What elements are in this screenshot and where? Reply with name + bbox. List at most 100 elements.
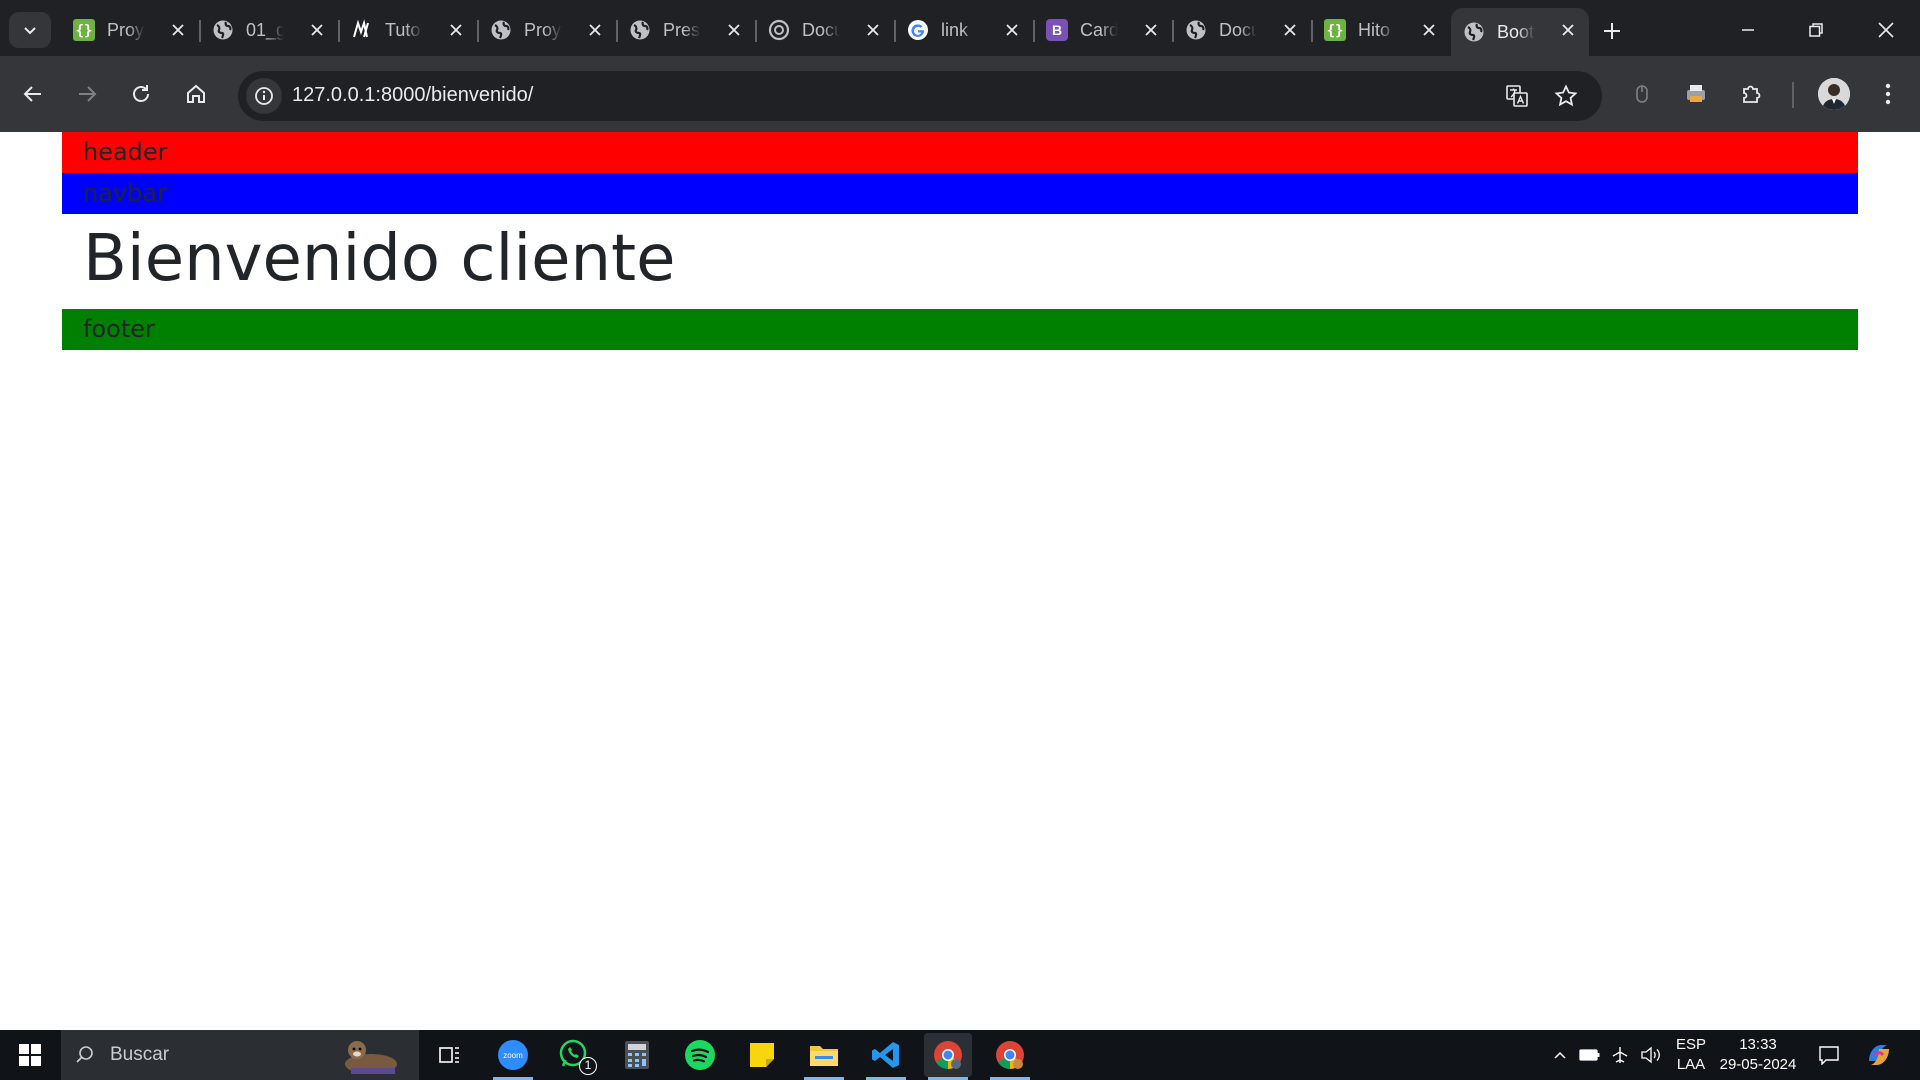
chrome-app-button[interactable] [924, 1033, 972, 1080]
restore-button[interactable] [1788, 8, 1844, 52]
extension-mouse-button[interactable] [1624, 76, 1660, 112]
close-window-button[interactable] [1858, 8, 1914, 52]
puzzle-icon [1743, 85, 1761, 103]
notifications-button[interactable] [1814, 1030, 1844, 1080]
browser-tab[interactable]: 01_g [200, 8, 340, 52]
file-explorer-app-button[interactable] [800, 1033, 848, 1080]
close-icon [172, 24, 184, 36]
chrome-icon [996, 1041, 1024, 1069]
minimize-button[interactable] [1720, 8, 1776, 52]
close-tab-button[interactable] [1140, 19, 1162, 41]
tab-title: Hito [1358, 19, 1391, 40]
close-tab-button[interactable] [862, 19, 884, 41]
airplane-mode-button[interactable] [1608, 1030, 1632, 1080]
close-tab-button[interactable] [1557, 19, 1579, 41]
close-tab-button[interactable] [1279, 19, 1301, 41]
address-bar[interactable]: 127.0.0.1:8000/bienvenido/ [238, 71, 1602, 121]
browser-tab[interactable]: Docu [1173, 8, 1313, 52]
profile-avatar[interactable] [1818, 78, 1850, 110]
tab-title: Pres [663, 19, 701, 40]
close-icon [728, 24, 740, 36]
browser-menu-button[interactable] [1870, 76, 1906, 112]
chrome-icon [934, 1041, 962, 1069]
close-tab-button[interactable] [723, 19, 745, 41]
task-view-button[interactable] [426, 1033, 474, 1077]
browser-tab[interactable]: {} Proy [61, 8, 201, 52]
tab-title: Card [1080, 19, 1118, 40]
chevron-down-icon [24, 27, 36, 35]
calculator-icon [625, 1041, 649, 1069]
show-hidden-icons-button[interactable] [1548, 1030, 1572, 1080]
printer-icon [1687, 85, 1705, 102]
new-tab-button[interactable] [1595, 14, 1629, 48]
taskbar-search[interactable]: Buscar [61, 1030, 419, 1080]
svg-text:{}: {} [76, 23, 93, 39]
forward-button[interactable] [69, 76, 105, 112]
site-info-button[interactable] [246, 78, 282, 114]
tab-title: 01_g [246, 19, 284, 40]
whatsapp-app-button[interactable]: 1 [551, 1033, 599, 1077]
notification-icon [1819, 1046, 1839, 1065]
volume-button[interactable] [1638, 1030, 1664, 1080]
tab-title: Proy [107, 19, 145, 40]
close-tab-button[interactable] [1001, 19, 1023, 41]
svg-text:B: B [1052, 22, 1062, 38]
windows-taskbar: Buscar zoom 1 ESP LAA 13:33 29-05-2024 [0, 1030, 1920, 1080]
browser-tab[interactable]: B Card [1034, 8, 1174, 52]
back-button[interactable] [15, 76, 51, 112]
code-braces-icon: {} [73, 19, 95, 41]
spotify-app-button[interactable] [676, 1033, 724, 1077]
close-icon [1562, 24, 1574, 36]
chrome-profile-app-button[interactable] [986, 1033, 1034, 1080]
globe-icon [212, 19, 234, 41]
battery-icon [1579, 1049, 1600, 1061]
close-tab-button[interactable] [306, 19, 328, 41]
reload-icon [133, 85, 149, 102]
language-code: ESP [1675, 1036, 1706, 1053]
close-icon [450, 24, 462, 36]
vscode-app-button[interactable] [862, 1033, 910, 1080]
minimize-icon [1742, 29, 1754, 31]
page-container: header navbar Bienvenido cliente footer [62, 132, 1858, 350]
close-tab-button[interactable] [445, 19, 467, 41]
calculator-app-button[interactable] [613, 1033, 661, 1077]
close-icon [1423, 24, 1435, 36]
task-view-icon [439, 1047, 459, 1063]
keyboard-language[interactable]: ESP LAA [1672, 1035, 1710, 1075]
sticky-note-icon [750, 1043, 774, 1067]
web-page: header navbar Bienvenido cliente footer [0, 132, 1920, 1030]
battery-button[interactable] [1578, 1030, 1602, 1080]
tab-title: Proy [524, 19, 562, 40]
close-tab-button[interactable] [167, 19, 189, 41]
google-icon [907, 19, 929, 41]
clock-time: 13:33 [1739, 1036, 1777, 1053]
browser-tab[interactable]: Proy [478, 8, 618, 52]
close-tab-button[interactable] [584, 19, 606, 41]
browser-tab[interactable]: Boot [1451, 8, 1589, 56]
mouse-icon [1636, 85, 1648, 103]
browser-toolbar: 127.0.0.1:8000/bienvenido/ [0, 56, 1920, 132]
zoom-app-button[interactable]: zoom [489, 1033, 537, 1080]
extensions-button[interactable] [1734, 76, 1770, 112]
reload-button[interactable] [123, 76, 159, 112]
home-button[interactable] [178, 76, 214, 112]
browser-tab[interactable]: Tuto [339, 8, 479, 52]
browser-tab[interactable]: Docu [756, 8, 896, 52]
bootstrap-icon: B [1046, 19, 1068, 41]
copilot-button[interactable] [1862, 1030, 1896, 1080]
django-docs-icon [768, 19, 790, 41]
arrow-left-icon [23, 86, 41, 102]
bookmark-button[interactable] [1548, 78, 1584, 114]
browser-tab[interactable]: {} Hito [1312, 8, 1450, 52]
tab-search-button[interactable] [9, 12, 51, 48]
restore-icon [1809, 23, 1823, 37]
start-button[interactable] [0, 1030, 60, 1080]
translate-button[interactable] [1499, 78, 1535, 114]
browser-tab[interactable]: Pres [617, 8, 757, 52]
close-tab-button[interactable] [1418, 19, 1440, 41]
clock[interactable]: 13:33 29-05-2024 [1712, 1035, 1804, 1075]
sticky-notes-app-button[interactable] [738, 1033, 786, 1077]
extension-printer-button[interactable] [1678, 76, 1714, 112]
browser-tab[interactable]: link [895, 8, 1035, 52]
close-icon [311, 24, 323, 36]
